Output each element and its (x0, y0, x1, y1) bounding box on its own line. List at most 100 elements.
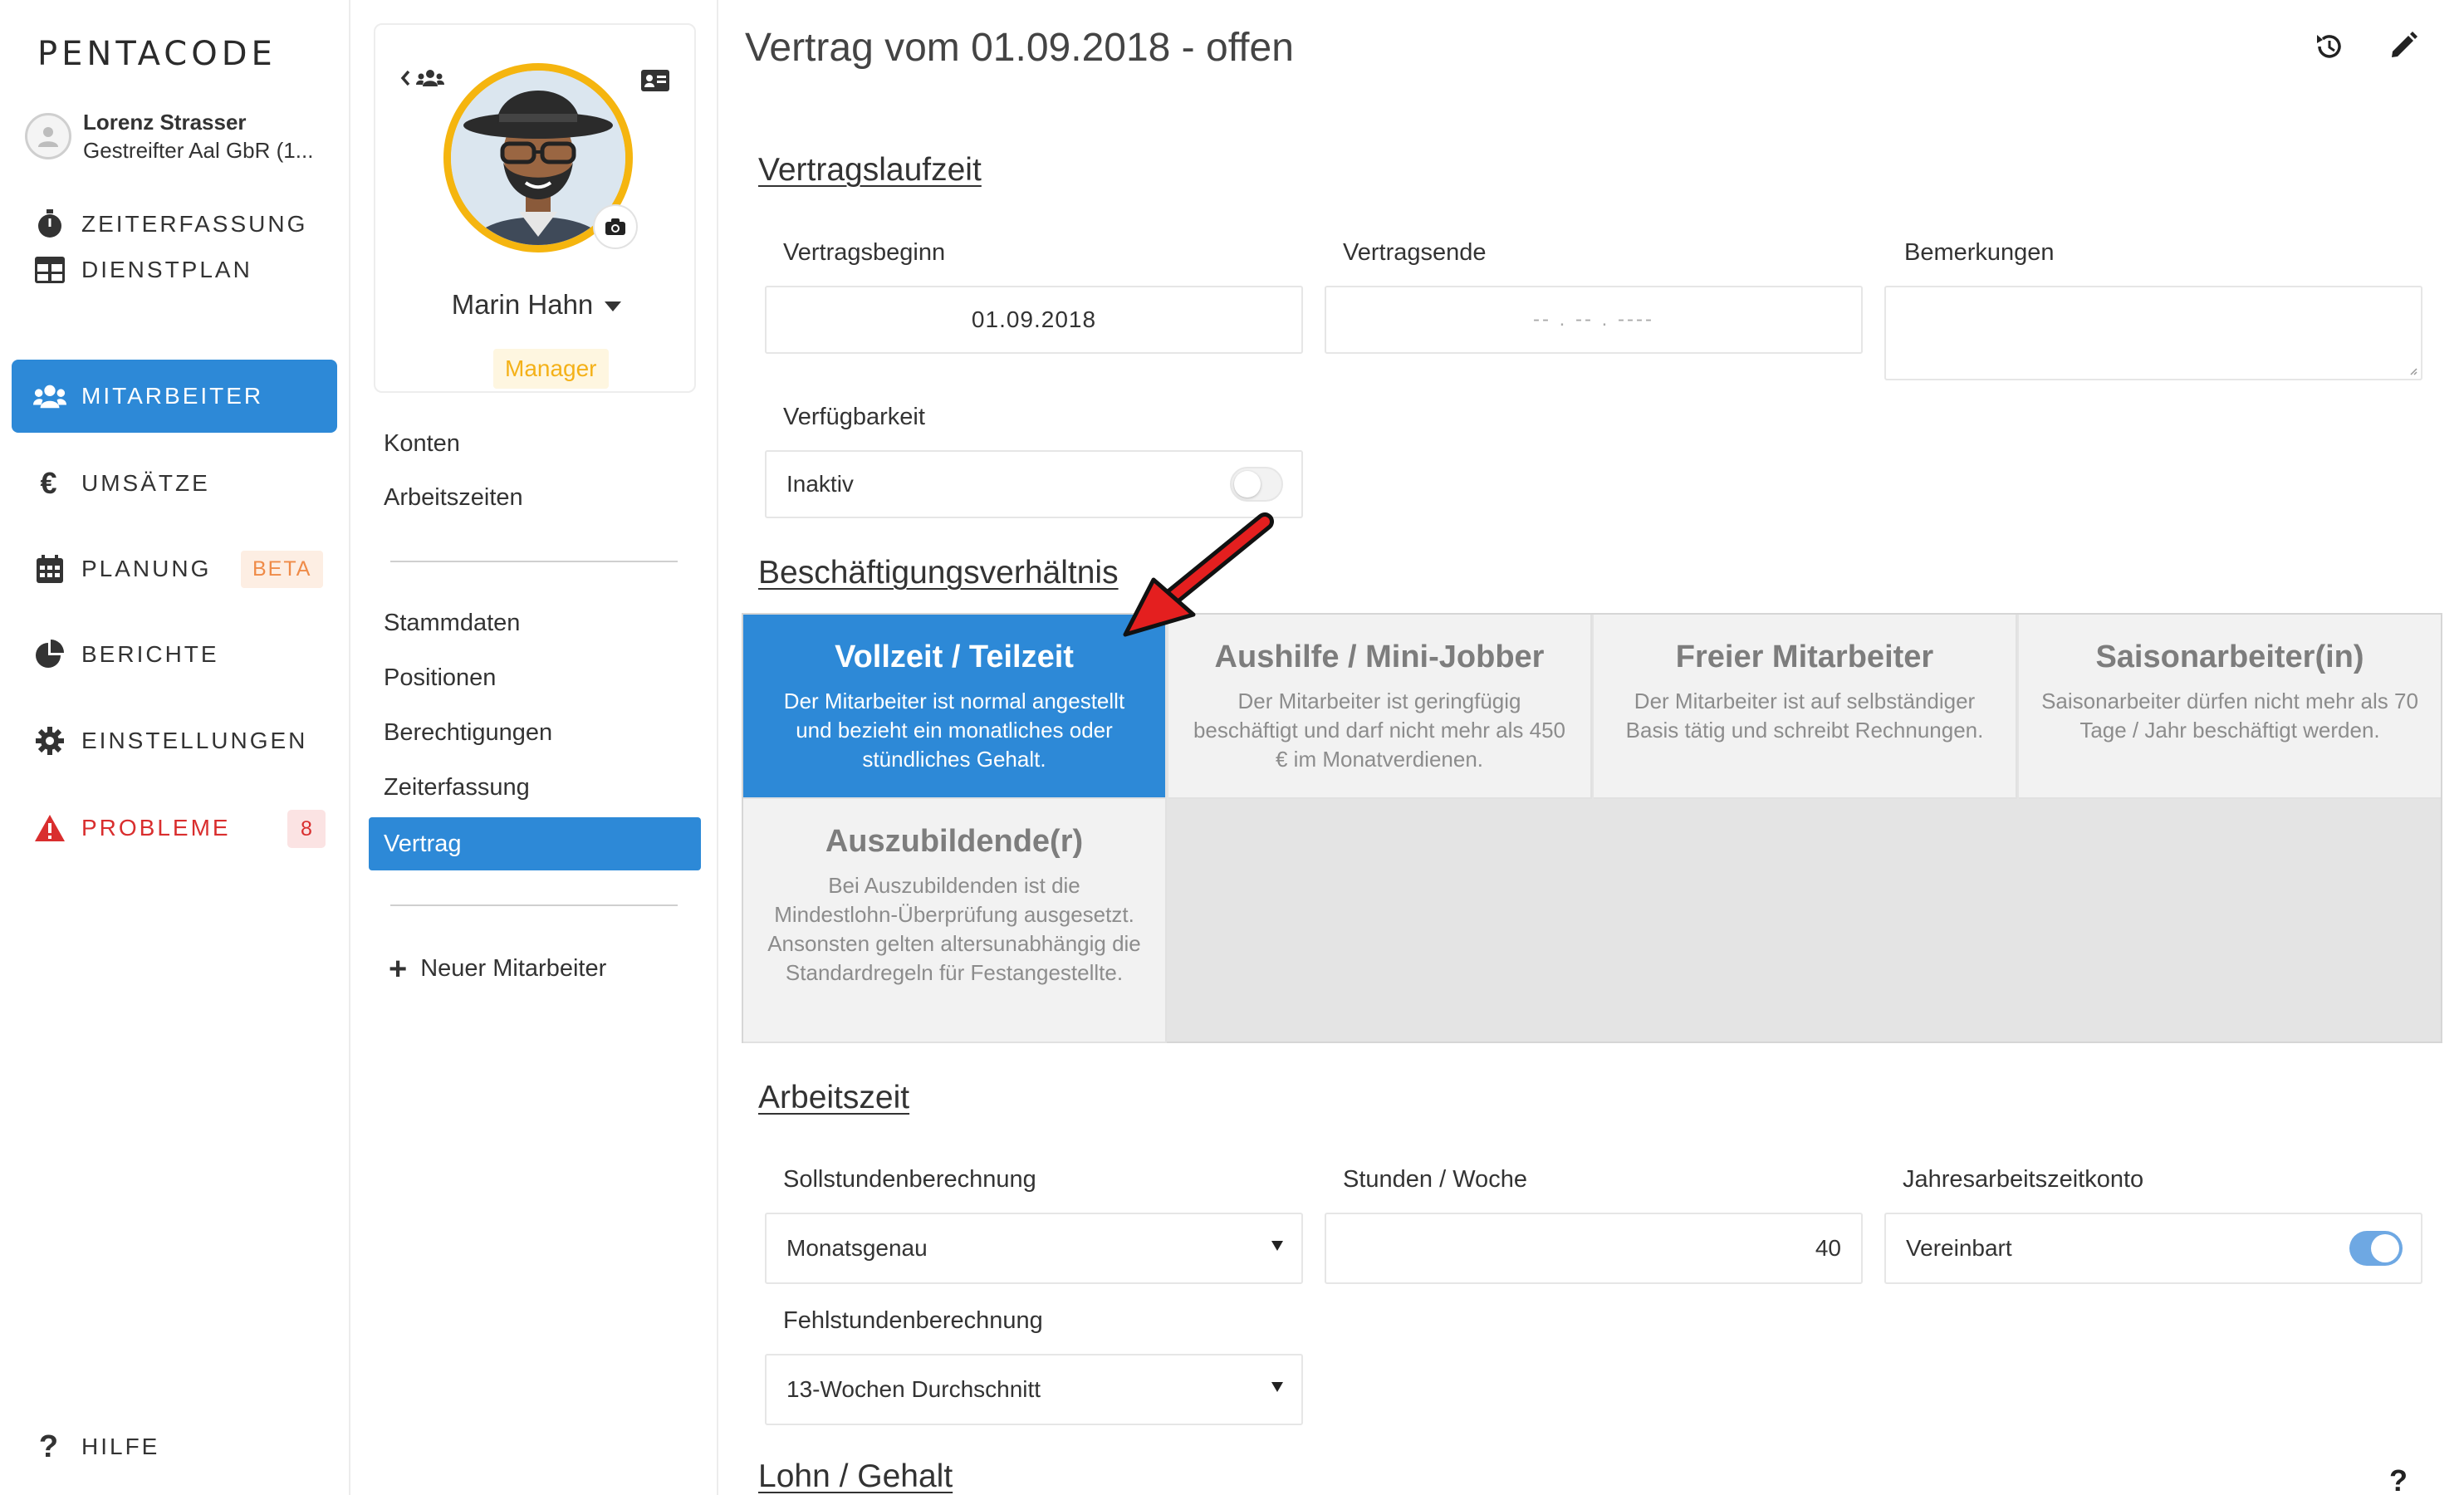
label-jahresarbeitszeitkonto: Jahresarbeitszeitkonto (1903, 1166, 2144, 1193)
section-vertragslaufzeit: Vertragslaufzeit (758, 152, 982, 188)
plus-icon: + (389, 951, 408, 987)
nav-label: DIENSTPLAN (81, 257, 252, 282)
nav-label: PLANUNG (81, 556, 212, 581)
emp-link-positionen[interactable]: Positionen (384, 664, 496, 692)
verfuegbarkeit-field: Inaktiv (765, 450, 1303, 518)
contract-main: Vertrag vom 01.09.2018 - offen Vertragsl… (718, 0, 2464, 1495)
nav-item-einstellungen[interactable]: EINSTELLUNGEN (12, 704, 337, 777)
employment-type-desc: Bei Auszubildenden ist die Mindestlohn-Ü… (767, 873, 1141, 985)
dropdown-caret-icon (1271, 1241, 1283, 1251)
nav-item-umsaetze[interactable]: € UMSÄTZE (12, 447, 337, 520)
label-bemerkungen: Bemerkungen (1904, 239, 2055, 266)
help-question-icon[interactable]: ? (2389, 1463, 2408, 1495)
employee-card: Marin Hahn Manager (374, 23, 696, 393)
annotation-arrow (1123, 512, 1274, 637)
employment-type-vollzeit[interactable]: Vollzeit / Teilzeit Der Mitarbeiter ist … (743, 615, 1167, 799)
section-lohn-gehalt: Lohn / Gehalt (758, 1458, 953, 1494)
emp-link-arbeitszeiten[interactable]: Arbeitszeiten (384, 484, 523, 512)
nav-label: UMSÄTZE (81, 470, 210, 496)
label-stunden-woche: Stunden / Woche (1343, 1166, 1527, 1193)
user-name: Lorenz Strasser (83, 110, 247, 135)
chevron-down-icon (605, 301, 622, 312)
problem-count-badge: 8 (287, 810, 326, 848)
warning-icon (33, 811, 66, 845)
back-to-list-button[interactable] (400, 66, 450, 96)
emp-link-zeiterfassung[interactable]: Zeiterfassung (384, 774, 530, 801)
section-arbeitszeit: Arbeitszeit (758, 1080, 910, 1115)
employment-type-freier-mitarbeiter[interactable]: Freier Mitarbeiter Der Mitarbeiter ist a… (1594, 615, 2017, 799)
sollstunden-select[interactable]: Monatsgenau (765, 1213, 1303, 1284)
employee-panel: Marin Hahn Manager Konten Arbeitszeiten … (350, 0, 718, 1495)
employment-type-saisonarbeiter[interactable]: Saisonarbeiter(in) Saisonarbeiter dürfen… (2019, 615, 2441, 799)
user-profile[interactable]: Lorenz Strasser Gestreifter Aal GbR (1..… (25, 108, 313, 164)
nav-item-probleme[interactable]: PROBLEME 8 (12, 792, 337, 865)
resize-handle-icon[interactable] (2409, 367, 2417, 375)
nav-item-hilfe[interactable]: ? HILFE (12, 1410, 337, 1483)
nav-item-dienstplan[interactable]: DIENSTPLAN (12, 233, 337, 306)
label-sollstundenberechnung: Sollstundenberechnung (783, 1166, 1036, 1193)
stunden-woche-input[interactable]: 40 (1325, 1213, 1863, 1284)
nav-item-mitarbeiter[interactable]: MITARBEITER (12, 360, 337, 433)
employment-type-title: Vollzeit / Teilzeit (835, 640, 1074, 674)
employment-type-desc: Der Mitarbeiter ist normal angestellt un… (783, 689, 1125, 772)
label-vertragsende: Vertragsende (1343, 239, 1487, 266)
verfuegbarkeit-toggle[interactable] (1230, 467, 1283, 502)
bemerkungen-textarea[interactable] (1884, 286, 2422, 380)
nav-item-berichte[interactable]: BERICHTE (12, 618, 337, 691)
fehlstunden-select[interactable]: 13-Wochen Durchschnitt (765, 1354, 1303, 1425)
sollstunden-value: Monatsgenau (786, 1235, 928, 1261)
emp-link-stammdaten[interactable]: Stammdaten (384, 610, 520, 637)
user-avatar-icon (25, 113, 71, 159)
nav-label: PROBLEME (81, 815, 231, 841)
jahresarbeitszeit-field: Vereinbart (1884, 1213, 2422, 1284)
vertragsende-input[interactable]: -- . -- . ---- (1325, 286, 1863, 354)
id-card-icon[interactable] (641, 70, 669, 96)
new-employee-button[interactable]: + Neuer Mitarbeiter (389, 951, 607, 987)
emp-link-vertrag[interactable]: Vertrag (369, 817, 701, 870)
label-vertragsbeginn: Vertragsbeginn (783, 239, 946, 266)
section-beschaeftigungsverhaeltnis: Beschäftigungsverhältnis (758, 555, 1119, 591)
jahresarbeitszeit-value: Vereinbart (1906, 1235, 2012, 1261)
beta-badge: BETA (241, 551, 324, 588)
vertragsbeginn-value: 01.09.2018 (971, 306, 1097, 332)
role-badge: Manager (493, 349, 609, 389)
pencil-icon[interactable] (2389, 32, 2417, 64)
history-icon[interactable] (2315, 32, 2344, 66)
label-fehlstundenberechnung: Fehlstundenberechnung (783, 1307, 1043, 1334)
employment-type-desc: Saisonarbeiter dürfen nicht mehr als 70 … (2041, 689, 2418, 743)
nav-label: HILFE (81, 1434, 160, 1459)
nav-label: MITARBEITER (81, 383, 264, 409)
label-verfuegbarkeit: Verfügbarkeit (783, 404, 925, 430)
vertragsbeginn-input[interactable]: 01.09.2018 (765, 286, 1303, 354)
table-icon (33, 253, 66, 287)
employment-type-desc: Der Mitarbeiter ist geringfügig beschäft… (1193, 689, 1566, 772)
divider (390, 561, 678, 562)
employment-type-title: Saisonarbeiter(in) (2095, 640, 2364, 674)
employee-name: Marin Hahn (451, 289, 594, 320)
main-sidebar: PENTACODE Lorenz Strasser Gestreifter Aa… (0, 0, 350, 1495)
fehlstunden-value: 13-Wochen Durchschnitt (786, 1376, 1041, 1402)
page-title: Vertrag vom 01.09.2018 - offen (745, 26, 1294, 70)
emp-link-konten[interactable]: Konten (384, 430, 460, 458)
stunden-woche-value: 40 (1815, 1235, 1841, 1261)
dropdown-caret-icon (1271, 1382, 1283, 1392)
employment-type-auszubildende[interactable]: Auszubildende(r) Bei Auszubildenden ist … (743, 799, 1167, 1043)
users-icon (33, 380, 66, 413)
new-employee-label: Neuer Mitarbeiter (420, 955, 607, 982)
calendar-icon (33, 552, 66, 586)
nav-item-planung[interactable]: PLANUNG BETA (12, 532, 337, 605)
employment-type-desc: Der Mitarbeiter ist auf selbständiger Ba… (1625, 689, 1984, 743)
employee-name-dropdown[interactable]: Marin Hahn (375, 289, 698, 321)
euro-icon: € (40, 466, 60, 500)
pentacode-logo[interactable]: PENTACODE (37, 35, 277, 73)
user-company: Gestreifter Aal GbR (1... (83, 138, 314, 163)
change-photo-button[interactable] (593, 204, 638, 249)
nav-label: EINSTELLUNGEN (81, 728, 308, 753)
employment-type-title: Auszubildende(r) (825, 824, 1084, 859)
jahresarbeitszeit-toggle[interactable] (2349, 1231, 2403, 1266)
verfuegbarkeit-value: Inaktiv (786, 471, 854, 497)
nav-label: BERICHTE (81, 641, 219, 667)
emp-link-berechtigungen[interactable]: Berechtigungen (384, 719, 552, 747)
pie-chart-icon (33, 638, 66, 671)
employment-type-title: Freier Mitarbeiter (1675, 640, 1934, 674)
